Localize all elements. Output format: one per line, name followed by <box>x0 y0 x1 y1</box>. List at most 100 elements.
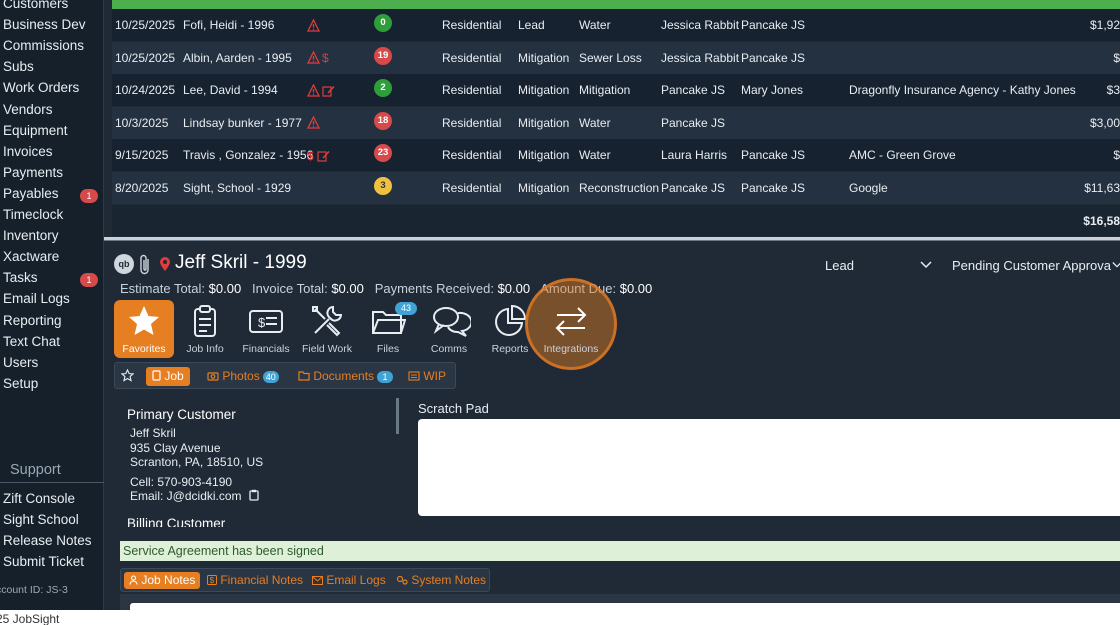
task-count-badge[interactable]: 3 <box>374 176 392 195</box>
table-row[interactable]: 9/15/2025 Travis , Gonzalez - 1956 Residen… <box>112 139 1120 171</box>
task-count-badge[interactable]: 23 <box>374 144 392 162</box>
cell-type: Residential <box>442 50 502 65</box>
table-row[interactable]: 10/24/2025 Lee, David - 1994 Residential Mi… <box>112 74 1120 106</box>
edit-icon[interactable] <box>317 149 330 162</box>
cell-name[interactable]: Travis , Gonzalez - 1956 <box>183 148 313 162</box>
comms-label: Comms <box>430 343 468 355</box>
tab-documents[interactable]: Documents 1 <box>298 367 394 386</box>
sidebar-item-subs[interactable]: Subs <box>3 59 34 74</box>
sidebar-item-business-dev[interactable]: Business Dev <box>3 17 86 32</box>
sidebar-item-vendors[interactable]: Vendors <box>3 102 53 117</box>
cell-type: Residential <box>442 148 502 162</box>
sidebar-item-payments[interactable]: Payments <box>3 165 63 180</box>
dollar-icon[interactable]: $ <box>307 149 315 162</box>
tab-email-logs[interactable]: Email Logs <box>312 572 386 589</box>
copy-icon[interactable] <box>249 489 259 501</box>
sidebar-item-commissions[interactable]: Commissions <box>3 38 84 53</box>
sidebar-item-payables[interactable]: Payables <box>3 186 59 201</box>
tab-job-notes[interactable]: Job Notes <box>124 572 201 589</box>
support-divider <box>0 482 104 483</box>
warning-icon[interactable] <box>307 116 320 129</box>
sidebar: Support Zift Console Sight School Releas… <box>0 0 104 610</box>
paperclip-icon[interactable] <box>138 254 152 276</box>
field-work-button[interactable]: Field Work <box>297 300 357 358</box>
warning-icon[interactable] <box>307 18 320 32</box>
job-info-button[interactable]: Job Info <box>175 300 235 358</box>
customer-scrollbar[interactable] <box>396 398 399 434</box>
cell-rep1: Jessica Rabbit <box>661 18 740 32</box>
status-select[interactable]: Lead <box>825 258 932 273</box>
table-row[interactable]: 10/25/2025 Albin, Aarden - 1995 Residentia… <box>112 41 1120 74</box>
favorite-star-tab[interactable] <box>120 367 135 386</box>
estimate-total-label: Estimate Total: <box>120 281 206 296</box>
sidebar-item-submit-ticket[interactable]: Submit Ticket <box>3 554 84 569</box>
notes-tabs: Job Notes $ Financial Notes Email Logs S… <box>120 568 490 592</box>
task-count-badge[interactable]: 2 <box>374 79 392 97</box>
financials-button[interactable]: $ Financials <box>236 300 296 358</box>
tab-documents-label: Documents <box>313 369 375 383</box>
sidebar-item-text-chat[interactable]: Text Chat <box>3 334 60 349</box>
favorites-button[interactable]: Favorites <box>114 300 174 358</box>
dollar-square-icon: $ <box>207 575 217 585</box>
table-row[interactable]: 8/20/2025 Sight, School - 1929 Residential… <box>112 171 1120 204</box>
tab-system-notes[interactable]: System Notes <box>396 572 486 589</box>
task-count-badge[interactable]: 18 <box>374 111 392 130</box>
cell-stage: Mitigation <box>518 50 570 65</box>
task-count-badge[interactable]: 0 <box>374 14 392 32</box>
cell-loss: Sewer Loss <box>579 50 642 65</box>
map-pin-icon[interactable] <box>159 256 171 272</box>
customer-cell[interactable]: Cell: 570-903-4190 <box>130 475 392 490</box>
notes-input[interactable] <box>130 603 1120 610</box>
svg-text:$: $ <box>322 51 329 64</box>
tab-wip[interactable]: WIP <box>408 367 446 386</box>
sidebar-item-xactware[interactable]: Xactware <box>3 249 59 264</box>
customer-street: 935 Clay Avenue <box>130 440 221 455</box>
scratch-pad-input[interactable] <box>418 419 1120 516</box>
sidebar-item-inventory[interactable]: Inventory <box>3 228 59 243</box>
row-alert-icons <box>307 115 320 131</box>
edit-icon[interactable] <box>322 84 335 97</box>
sidebar-item-reporting[interactable]: Reporting <box>3 313 62 328</box>
warning-icon[interactable] <box>307 51 320 64</box>
status-select-value: Lead <box>825 258 854 273</box>
comms-button[interactable]: Comms <box>419 300 479 358</box>
quickbooks-icon[interactable]: qb <box>114 254 134 274</box>
cell-date: 10/25/2025 <box>115 50 176 65</box>
cell-name[interactable]: Lee, David - 1994 <box>183 83 278 97</box>
sidebar-item-timeclock[interactable]: Timeclock <box>3 207 63 222</box>
job-detail-panel: qb Jeff Skril - 1999 Lead Pending Custom… <box>104 241 1120 610</box>
sidebar-item-invoices[interactable]: Invoices <box>3 144 53 159</box>
cell-name[interactable]: Fofi, Heidi - 1996 <box>183 18 274 32</box>
sidebar-item-release-notes[interactable]: Release Notes <box>3 533 92 548</box>
sidebar-item-tasks[interactable]: Tasks <box>3 270 38 285</box>
dollar-icon[interactable]: $ <box>322 51 330 64</box>
sidebar-item-sight-school[interactable]: Sight School <box>3 512 79 527</box>
sidebar-item-customers[interactable]: Customers <box>3 0 68 11</box>
sidebar-item-setup[interactable]: Setup <box>3 376 38 391</box>
cell-name[interactable]: Lindsay bunker - 1977 <box>183 116 302 130</box>
cell-name[interactable]: Albin, Aarden - 1995 <box>183 51 292 65</box>
customer-email[interactable]: Email: J@dcidki.com <box>130 489 242 503</box>
warning-icon[interactable] <box>307 83 320 97</box>
cell-type: Residential <box>442 18 502 32</box>
table-row[interactable]: 10/25/2025 Fofi, Heidi - 1996 Residential L… <box>112 9 1120 41</box>
tab-financial-notes[interactable]: $ Financial Notes <box>207 572 303 589</box>
tab-job[interactable]: Job <box>146 367 190 386</box>
job-subtabs: Job Photos 40 Documents 1 WIP <box>114 362 456 389</box>
table-row[interactable]: 10/3/2025 Lindsay bunker - 1977 Residentia… <box>112 106 1120 139</box>
sidebar-item-equipment[interactable]: Equipment <box>3 123 68 138</box>
cell-name[interactable]: Sight, School - 1929 <box>183 181 291 195</box>
sidebar-item-work-orders[interactable]: Work Orders <box>3 80 79 95</box>
cell-loss: Mitigation <box>579 83 631 97</box>
tab-photos[interactable]: Photos 40 <box>207 367 279 386</box>
integrations-button[interactable]: Integrations <box>541 300 601 358</box>
support-heading: Support <box>10 462 61 478</box>
sidebar-item-email-logs[interactable]: Email Logs <box>3 291 70 306</box>
task-count-badge[interactable]: 19 <box>374 46 392 65</box>
financials-label: Financials <box>242 343 290 355</box>
substatus-select[interactable]: Pending Customer Approva <box>952 258 1120 273</box>
row-alert-icons: $ <box>307 50 330 66</box>
sidebar-item-zift-console[interactable]: Zift Console <box>3 491 75 506</box>
sidebar-item-users[interactable]: Users <box>3 355 38 370</box>
files-button[interactable]: 43 Files <box>358 300 418 358</box>
